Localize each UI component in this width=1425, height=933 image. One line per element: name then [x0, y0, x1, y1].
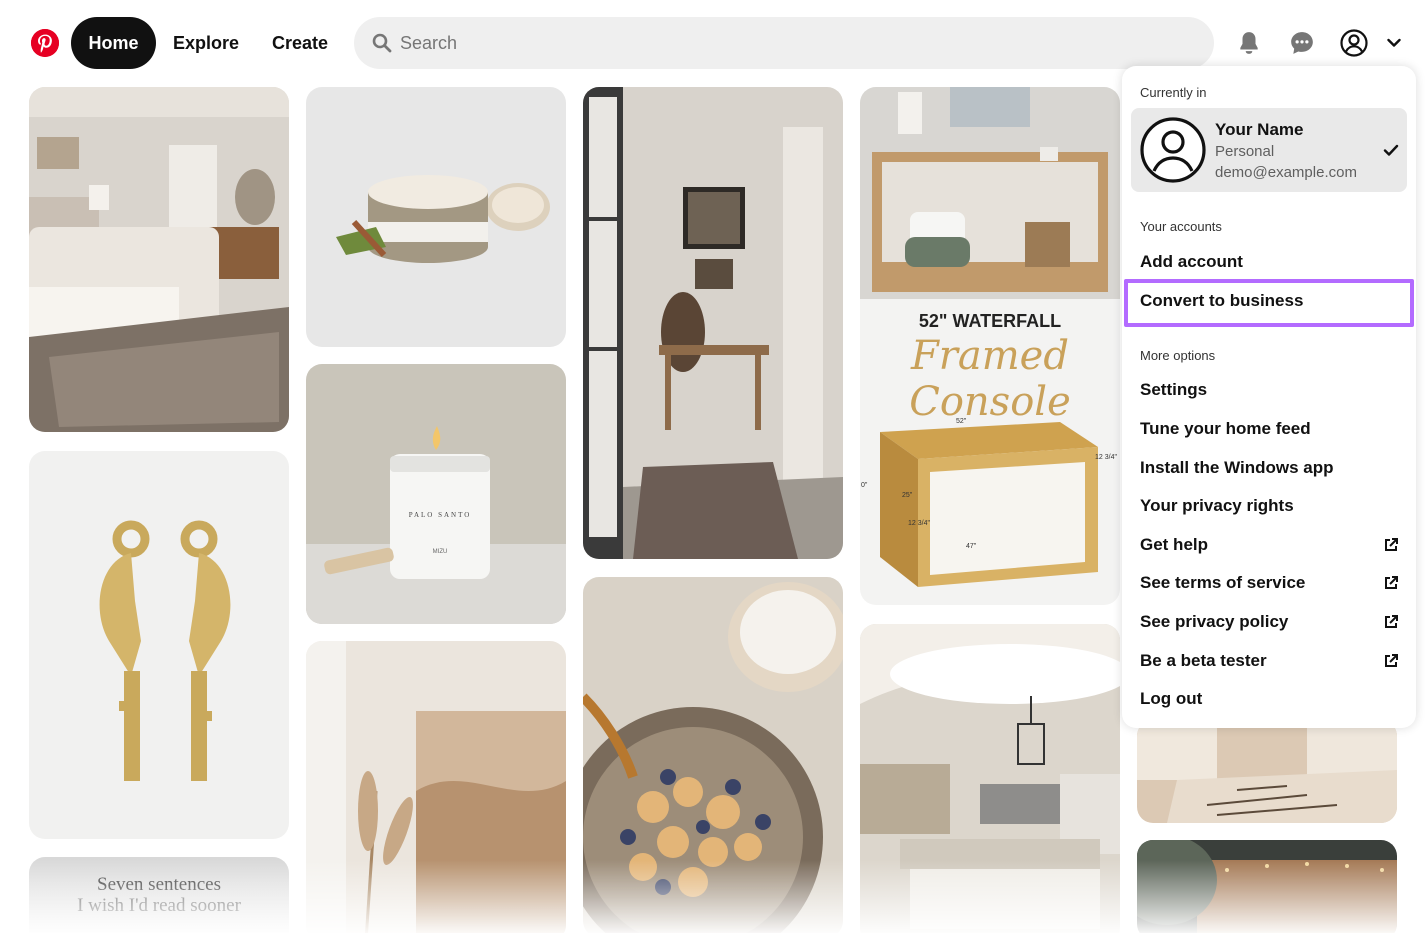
external-link-icon [1385, 576, 1398, 589]
search-icon [372, 33, 392, 53]
profile-icon [1340, 29, 1368, 57]
pin-image [1137, 720, 1397, 823]
pin-image [306, 364, 566, 624]
pin-jar-candle[interactable]: PALO SANTO MIZU [306, 364, 566, 624]
pin-image [860, 624, 1120, 933]
menu-item-label: Your privacy rights [1140, 496, 1294, 515]
nav-create-button[interactable]: Create [260, 17, 340, 69]
search-input[interactable] [400, 32, 1160, 54]
pin-nursery[interactable] [1137, 720, 1397, 823]
your-accounts-heading: Your accounts [1140, 219, 1222, 234]
menu-item-get-help[interactable]: Get help [1140, 530, 1400, 560]
convert-to-business-highlight [1124, 279, 1414, 327]
add-account-item[interactable]: Add account [1140, 247, 1400, 277]
messages-button[interactable] [1280, 21, 1324, 65]
nav-home-button[interactable]: Home [71, 17, 156, 69]
pin-pancakes[interactable] [583, 577, 843, 933]
dim-left: 0" [861, 482, 868, 489]
currently-in-heading: Currently in [1140, 85, 1207, 100]
nav-explore-button[interactable]: Explore [162, 17, 250, 69]
pinterest-logo[interactable] [31, 29, 59, 57]
pin-image [29, 451, 289, 839]
pin-book-quote[interactable]: Seven sentences I wish I'd read sooner [29, 857, 289, 933]
external-link-icon [1385, 538, 1398, 551]
account-dropdown-menu: Currently in Your Name Personal demo@exa… [1122, 66, 1416, 728]
pin-tin-candle[interactable] [306, 87, 566, 347]
current-account-card[interactable]: Your Name Personal demo@example.com [1131, 108, 1407, 192]
profile-button[interactable] [1332, 21, 1376, 65]
menu-item-label: Tune your home feed [1140, 419, 1311, 438]
pin-image [306, 87, 566, 347]
pin-patio[interactable] [1137, 840, 1397, 933]
dim-side: 12 3/4" [1095, 454, 1117, 461]
pin-image [1137, 840, 1397, 933]
pin-image [29, 87, 289, 432]
pin-waterfall-console[interactable]: 52" WATERFALL Framed Console 52" 12 3/4"… [860, 87, 1120, 605]
menu-item-log-out[interactable]: Log out [1140, 684, 1400, 714]
menu-item-label: Log out [1140, 689, 1203, 708]
pin-image [306, 641, 566, 933]
account-menu-toggle[interactable] [1372, 21, 1416, 65]
notifications-button[interactable] [1227, 21, 1271, 65]
dim-top: 52" [956, 418, 967, 425]
more-options-heading: More options [1140, 348, 1216, 363]
pin-image [583, 87, 843, 559]
avatar [1140, 117, 1206, 183]
waterfall-script: Framed Console [909, 333, 1071, 425]
external-link-icon [1385, 654, 1398, 667]
menu-item-beta-tester[interactable]: Be a beta tester [1140, 646, 1400, 676]
waterfall-title: 52" WATERFALL [918, 311, 1062, 331]
candle-brand: MIZU [432, 549, 448, 555]
pin-hallway[interactable] [583, 87, 843, 559]
pin-bedroom[interactable] [29, 87, 289, 432]
book-title-line1: Seven sentences [97, 874, 221, 895]
menu-item-privacy-rights[interactable]: Your privacy rights [1140, 491, 1400, 521]
book-title-line2: I wish I'd read sooner [77, 895, 241, 916]
menu-item-install-windows-app[interactable]: Install the Windows app [1140, 453, 1400, 483]
account-type: Personal [1215, 143, 1275, 160]
pin-kitchen[interactable] [860, 624, 1120, 933]
checkmark-icon [1383, 144, 1399, 156]
menu-item-label: Get help [1140, 535, 1209, 554]
dim-height: 25" [902, 492, 913, 499]
search-bar[interactable] [354, 17, 1214, 69]
menu-item-terms-of-service[interactable]: See terms of service [1140, 568, 1400, 598]
menu-item-privacy-policy[interactable]: See privacy policy [1140, 607, 1400, 637]
external-link-icon [1385, 615, 1398, 628]
dim-inner: 12 3/4" [908, 520, 930, 527]
menu-item-label: Install the Windows app [1140, 458, 1334, 477]
chevron-down-icon [1387, 38, 1401, 47]
menu-item-label: See privacy policy [1140, 612, 1289, 631]
account-email: demo@example.com [1215, 164, 1357, 181]
pin-pampas-art[interactable] [306, 641, 566, 933]
pinterest-logo-icon [31, 29, 59, 57]
menu-item-label: See terms of service [1140, 573, 1306, 592]
candle-label: PALO SANTO [408, 511, 472, 519]
add-account-label: Add account [1140, 252, 1243, 271]
chat-icon [1291, 32, 1313, 54]
menu-item-tune-home-feed[interactable]: Tune your home feed [1140, 414, 1400, 444]
menu-item-settings[interactable]: Settings [1140, 375, 1400, 405]
bell-icon [1240, 32, 1258, 54]
pin-image [583, 577, 843, 933]
account-name: Your Name [1215, 120, 1304, 139]
dim-bottom: 47" [966, 543, 977, 550]
pin-heart-keys[interactable] [29, 451, 289, 839]
menu-item-label: Settings [1140, 380, 1208, 399]
menu-item-label: Be a beta tester [1140, 651, 1267, 670]
